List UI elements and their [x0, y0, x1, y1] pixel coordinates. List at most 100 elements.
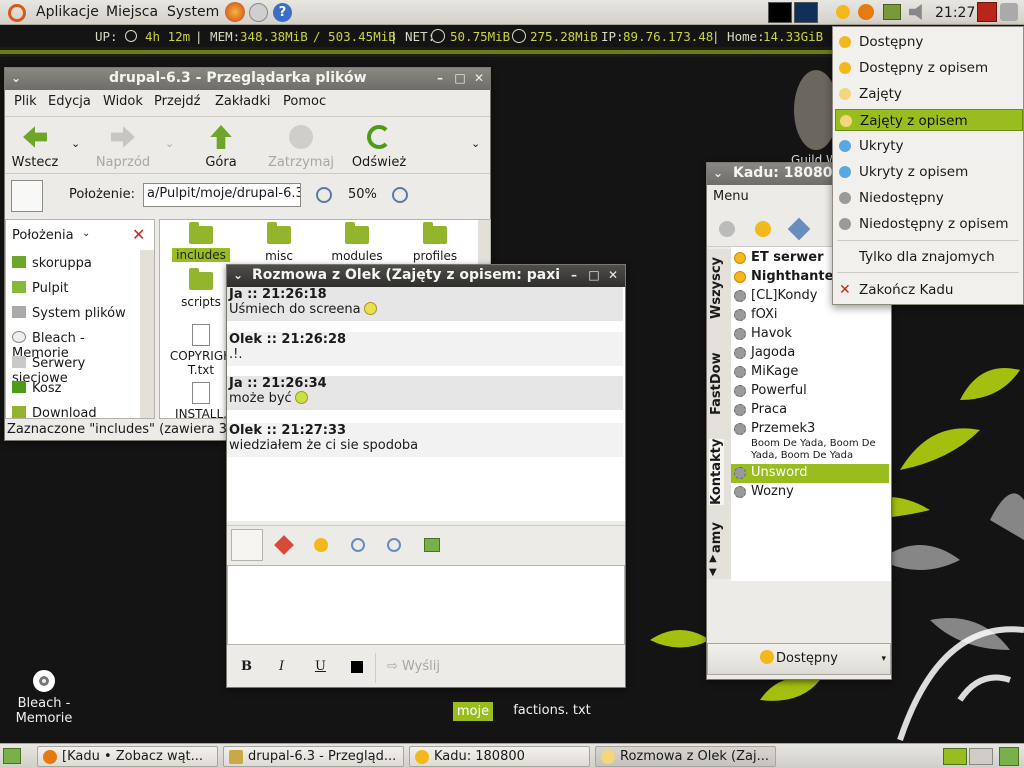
menu-places[interactable]: Miejsca — [106, 4, 158, 20]
status-combo-button[interactable]: Dostępny ▾ — [707, 643, 891, 675]
insert-image-icon[interactable] — [424, 538, 440, 552]
place-desktop[interactable]: Pulpit — [12, 281, 68, 296]
status-sun-icon[interactable] — [755, 221, 771, 237]
desktop-icon-bleach[interactable]: Bleach - Memorie — [4, 670, 84, 726]
menu-applications[interactable]: Aplikacje — [36, 4, 99, 20]
stop-button[interactable]: Zatrzymaj — [265, 125, 337, 170]
settings-wrench-icon[interactable] — [787, 217, 811, 241]
history-clock-icon[interactable] — [351, 538, 365, 552]
contacts-icon[interactable] — [719, 221, 735, 237]
contact-item[interactable]: Praca — [731, 401, 889, 420]
forward-history-chevron-icon[interactable]: ⌄ — [165, 137, 174, 150]
places-scrollbar[interactable] — [140, 250, 154, 418]
message-input[interactable] — [227, 565, 625, 645]
zoom-in-icon[interactable] — [392, 187, 408, 203]
status-offline-desc[interactable]: Niedostępny z opisem — [835, 213, 1023, 235]
taskbar-item[interactable]: drupal-6.3 - Przegląd... — [223, 746, 404, 767]
kadu-menu-button[interactable]: Menu — [713, 189, 749, 204]
mail-launcher-icon[interactable] — [249, 3, 268, 22]
contact-item-selected[interactable]: Unsword — [731, 464, 889, 483]
file-item[interactable]: includes — [166, 222, 236, 262]
chat-titlebar[interactable]: ⌄ Rozmowa z Olek (Zajęty z opisem: paxi … — [227, 265, 625, 287]
menu-go[interactable]: Przejdź — [154, 94, 200, 109]
desktop-icon-moje[interactable]: moje — [433, 686, 513, 721]
contact-item[interactable]: Powerful — [731, 382, 889, 401]
status-invisible-desc[interactable]: Ukryty z opisem — [835, 161, 1023, 183]
status-busy-desc[interactable]: Zajęty z opisem — [835, 109, 1023, 131]
up-button[interactable]: Góra — [201, 125, 241, 170]
tab-all[interactable]: Wszyscy — [709, 257, 724, 319]
contact-item[interactable]: Havok — [731, 325, 889, 344]
underline-button[interactable]: U — [315, 659, 326, 674]
status-available[interactable]: Dostępny — [835, 31, 1023, 53]
zoom-out-icon[interactable] — [316, 187, 332, 203]
workspace-1[interactable] — [943, 748, 967, 765]
network-monitor-icon[interactable] — [794, 2, 818, 23]
show-desktop-icon[interactable] — [3, 748, 21, 764]
refresh-button[interactable]: Odśwież — [349, 125, 409, 170]
status-busy[interactable]: Zajęty — [835, 83, 1023, 105]
file-browser-titlebar[interactable]: ⌄ drupal-6.3 - Przeglądarka plików – □ ✕ — [5, 68, 490, 90]
menu-view[interactable]: Widok — [103, 94, 143, 109]
place-home[interactable]: skoruppa — [12, 256, 92, 271]
back-button[interactable]: Wstecz — [11, 125, 59, 170]
attach-file-icon[interactable] — [231, 529, 263, 561]
help-launcher-icon[interactable]: ? — [273, 3, 292, 22]
trash-icon[interactable] — [999, 747, 1019, 766]
volume-icon[interactable] — [909, 4, 922, 20]
menu-file[interactable]: Plik — [14, 94, 37, 109]
place-filesystem[interactable]: System plików — [12, 306, 126, 321]
forward-button[interactable]: Naprzód — [93, 125, 153, 170]
maximize-button[interactable]: □ — [453, 71, 467, 85]
window-menu-icon[interactable]: ⌄ — [9, 71, 23, 85]
status-available-desc[interactable]: Dostępny z opisem — [835, 57, 1023, 79]
tab-contacts[interactable]: Kontakty — [709, 438, 724, 505]
file-item[interactable]: misc — [244, 222, 314, 263]
friends-only-toggle[interactable]: Tylko dla znajomych — [835, 246, 1023, 268]
tabs-scroll-down-icon[interactable]: ▼ — [709, 567, 717, 578]
search-icon[interactable] — [387, 538, 401, 552]
contact-item[interactable]: Wozny — [731, 483, 889, 502]
cpu-monitor-icon[interactable] — [768, 2, 792, 23]
power-icon[interactable] — [977, 2, 997, 22]
contact-item[interactable]: Jagoda — [731, 344, 889, 363]
tab-amy[interactable]: amy — [709, 522, 724, 553]
back-history-chevron-icon[interactable]: ⌄ — [71, 137, 80, 150]
close-sidebar-icon[interactable]: ✕ — [132, 225, 145, 244]
menu-bookmarks[interactable]: Zakładki — [215, 94, 270, 109]
close-button[interactable]: ✕ — [472, 71, 486, 85]
clock[interactable]: 21:27 — [935, 5, 975, 21]
ubuntu-logo-icon[interactable] — [8, 4, 26, 22]
edit-location-toggle-icon[interactable] — [11, 180, 43, 212]
menu-help[interactable]: Pomoc — [283, 94, 326, 109]
contact-item[interactable]: Przemek3 Boom De Yada, Boom De Yada, Boo… — [731, 420, 889, 464]
close-button[interactable]: ✕ — [606, 268, 620, 282]
minimize-button[interactable]: – — [433, 71, 447, 85]
emoticons-icon[interactable] — [314, 538, 328, 552]
firefox-launcher-icon[interactable] — [225, 2, 245, 22]
contact-item[interactable]: fOXi — [731, 306, 889, 325]
clear-eraser-icon[interactable] — [274, 535, 294, 555]
update-notifier-icon[interactable] — [858, 4, 874, 20]
place-download[interactable]: Download — [12, 406, 97, 418]
desktop-icon-factions[interactable]: factions. txt — [512, 686, 592, 718]
status-invisible[interactable]: Ukryty — [835, 135, 1023, 157]
menu-edit[interactable]: Edycja — [48, 94, 91, 109]
status-offline[interactable]: Niedostępny — [835, 187, 1023, 209]
toolbar-overflow-chevron-icon[interactable]: ⌄ — [471, 137, 480, 150]
window-menu-icon[interactable]: ⌄ — [711, 166, 725, 180]
place-trash[interactable]: Kosz — [12, 381, 61, 396]
quit-kadu[interactable]: ✕ Zakończ Kadu — [835, 279, 1023, 301]
tab-fastdow[interactable]: FastDow — [709, 352, 724, 415]
taskbar-item[interactable]: Kadu: 180800 — [409, 746, 590, 767]
taskbar-item-active[interactable]: Rozmowa z Olek (Zaj... — [595, 746, 776, 767]
places-dropdown-chevron-icon[interactable]: ⌄ — [82, 228, 90, 239]
bold-button[interactable]: B — [241, 659, 252, 674]
contact-item[interactable]: MiKage — [731, 363, 889, 382]
italic-button[interactable]: I — [279, 659, 284, 674]
send-button[interactable]: ⇨ Wyślij — [387, 659, 440, 674]
user-switcher-icon[interactable] — [1000, 3, 1018, 21]
kadu-status-icon[interactable] — [836, 5, 850, 19]
text-color-icon[interactable] — [351, 661, 363, 673]
window-menu-icon[interactable]: ⌄ — [231, 268, 245, 282]
